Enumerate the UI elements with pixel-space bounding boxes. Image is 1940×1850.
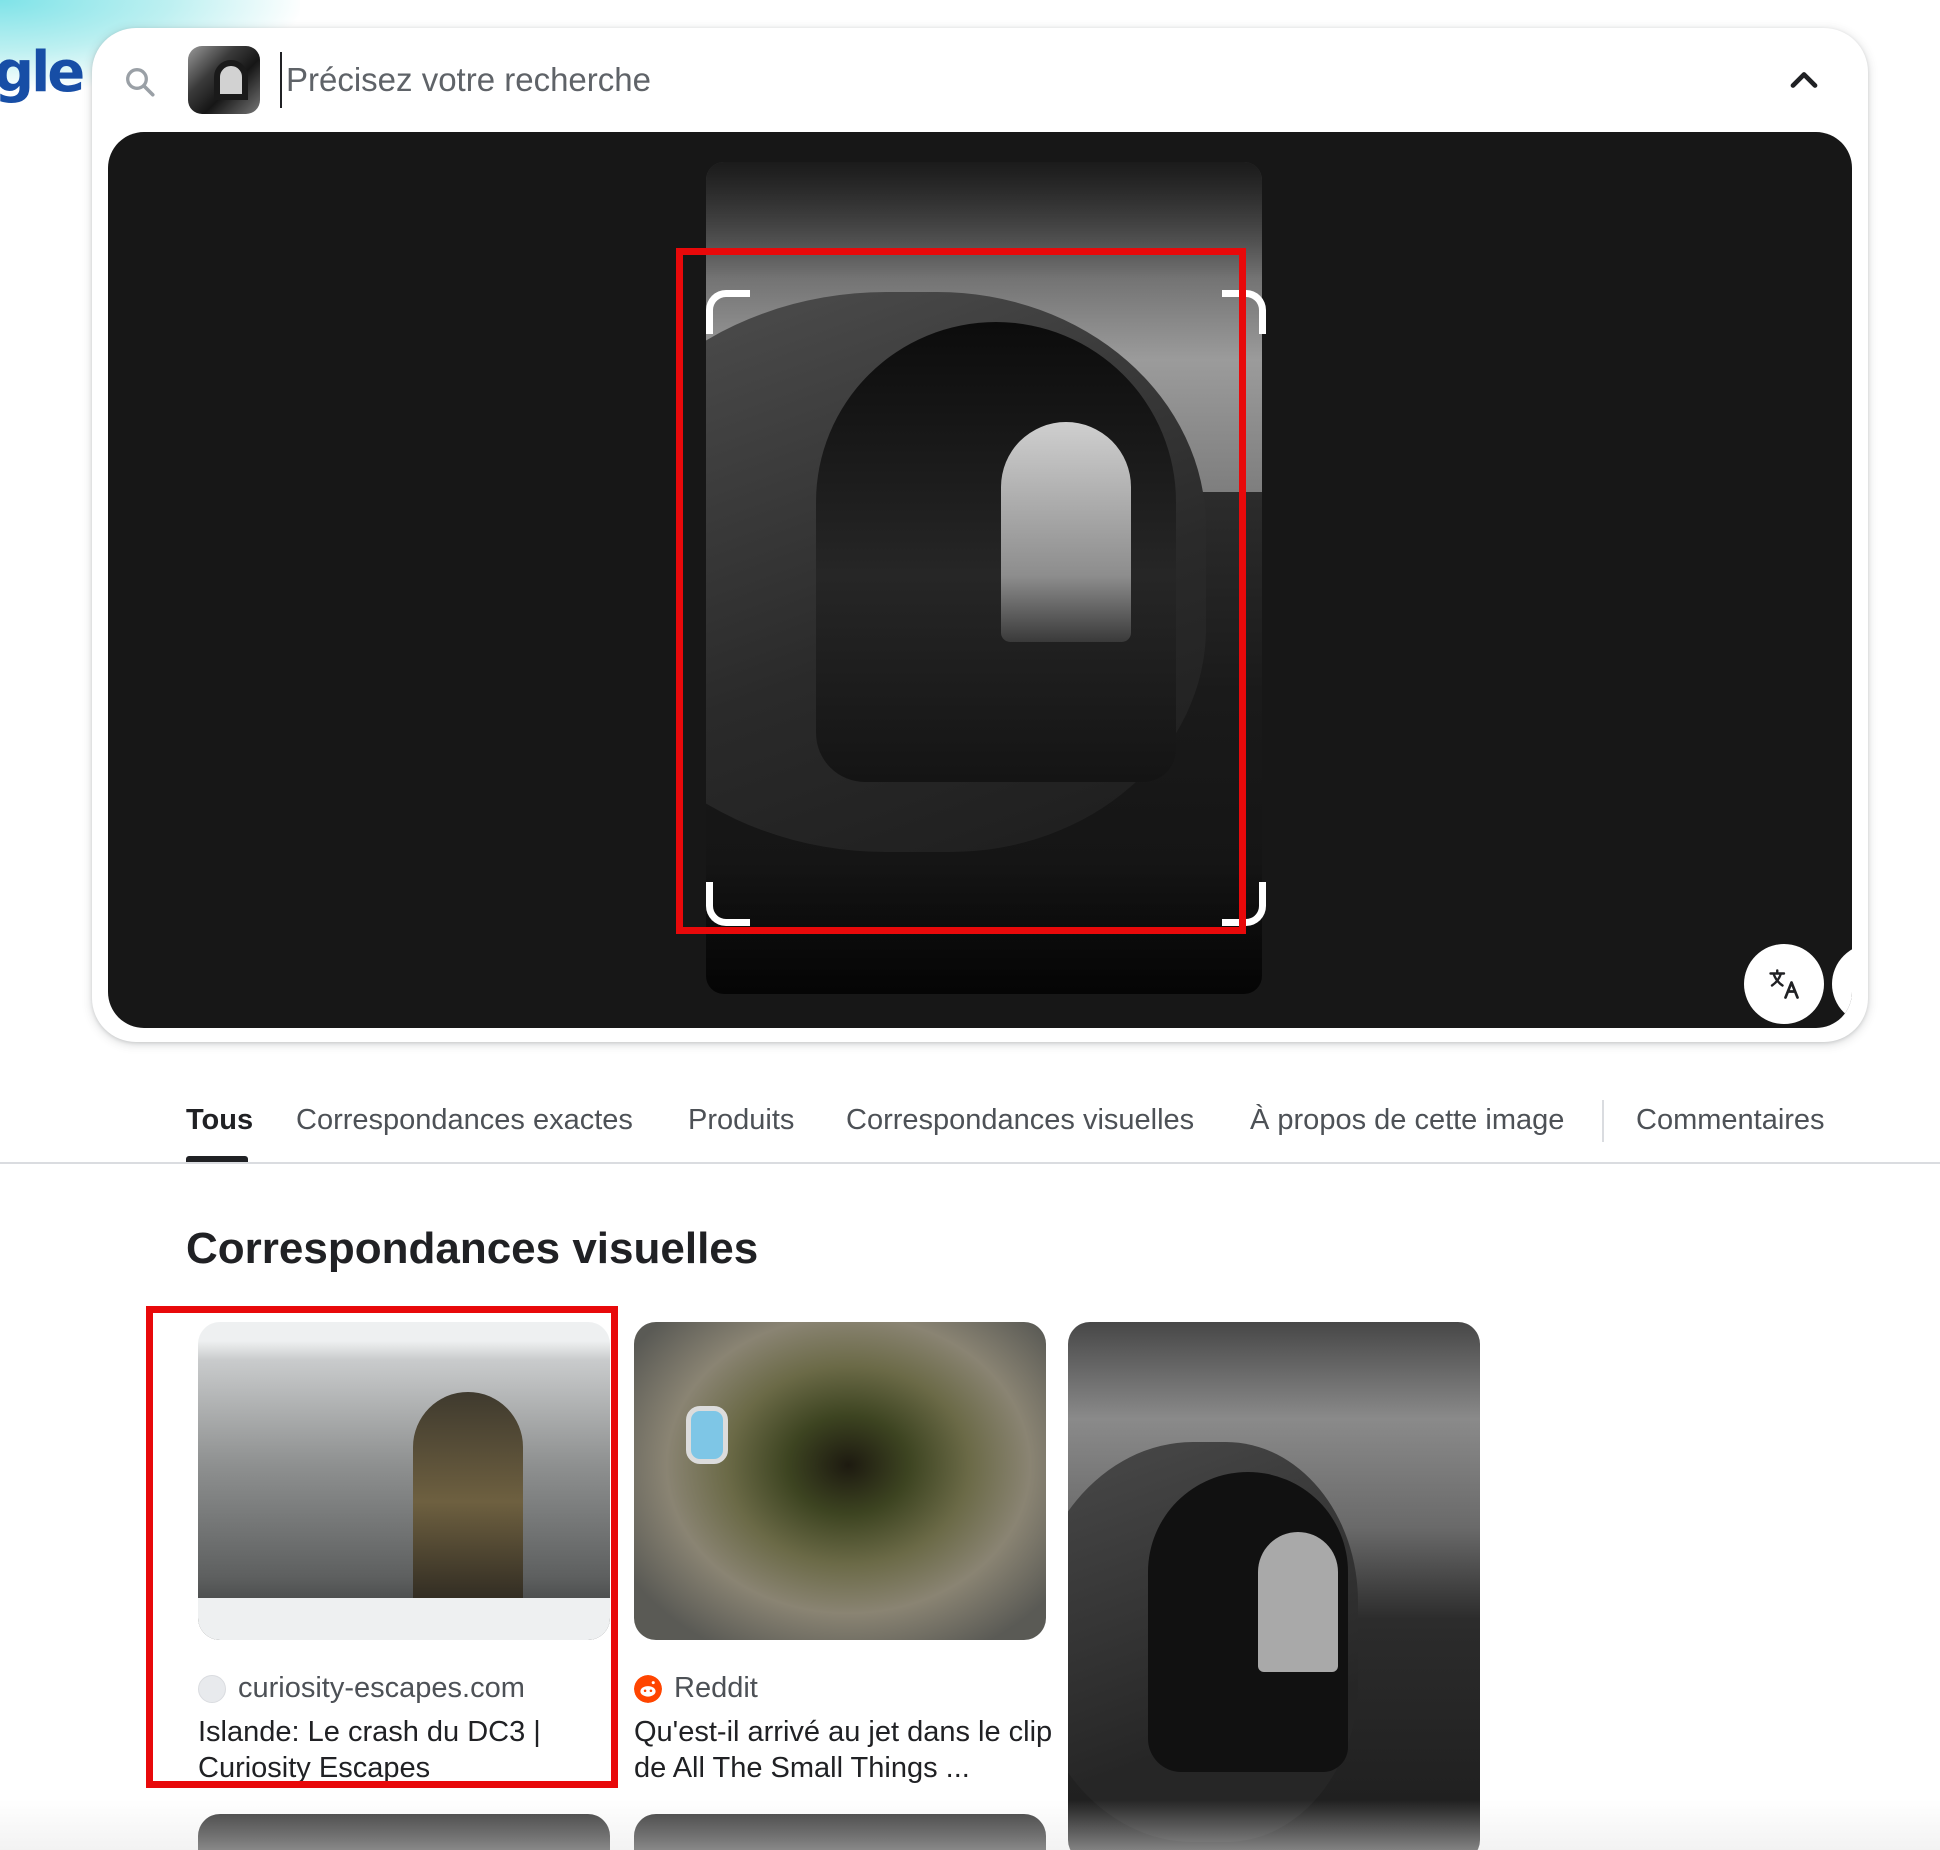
translate-icon <box>1769 969 1799 999</box>
highlight-box-first-result <box>146 1306 618 1788</box>
expand-button[interactable] <box>1832 944 1852 1024</box>
bottom-fade <box>0 1800 1940 1850</box>
tab-about-image[interactable]: À propos de cette image <box>1250 1104 1564 1137</box>
result-card[interactable] <box>1068 1322 1480 1850</box>
result-tabs: Tous Correspondances exactes Produits Co… <box>0 1072 1940 1164</box>
active-tab-indicator <box>186 1156 248 1162</box>
result-image[interactable] <box>634 1322 1046 1640</box>
translate-button[interactable] <box>1744 944 1824 1024</box>
query-image-thumbnail[interactable] <box>188 46 260 114</box>
section-title: Correspondances visuelles <box>186 1224 759 1273</box>
search-icon[interactable] <box>122 64 158 100</box>
result-title[interactable]: Qu'est-il arrivé au jet dans le clip de … <box>634 1714 1054 1786</box>
tab-visual-matches[interactable]: Correspondances visuelles <box>846 1104 1194 1137</box>
chevron-up-icon[interactable] <box>1782 58 1826 102</box>
tab-exact-matches[interactable]: Correspondances exactes <box>296 1104 633 1137</box>
result-card[interactable]: Reddit Qu'est-il arrivé au jet dans le c… <box>634 1322 1052 1784</box>
tab-all[interactable]: Tous <box>186 1104 253 1137</box>
highlight-box-query-image <box>676 248 1246 934</box>
result-source[interactable]: Reddit <box>634 1672 758 1705</box>
google-logo[interactable]: gle <box>0 40 85 105</box>
search-input[interactable] <box>280 52 1560 108</box>
reddit-icon <box>634 1674 662 1703</box>
tab-divider <box>1602 1100 1604 1142</box>
search-bar <box>92 28 1868 132</box>
tab-products[interactable]: Produits <box>688 1104 794 1137</box>
tab-feedback[interactable]: Commentaires <box>1636 1104 1825 1137</box>
result-image[interactable] <box>1068 1322 1480 1850</box>
